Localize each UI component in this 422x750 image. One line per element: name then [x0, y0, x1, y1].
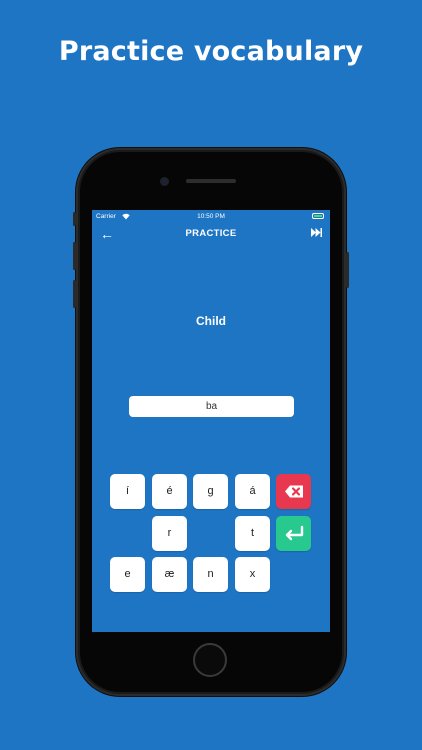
battery-icon [312, 213, 324, 219]
page-title: PRACTICE [185, 228, 237, 239]
home-button[interactable] [193, 643, 227, 677]
answer-input[interactable]: ba [129, 396, 294, 417]
letter-key[interactable]: t [235, 516, 270, 551]
letter-key[interactable]: í [110, 474, 145, 509]
app-screen: Carrier 10:50 PM ← PRACTICE Child ba í é… [92, 210, 330, 632]
skip-forward-icon[interactable] [311, 228, 322, 240]
volume-down-button [73, 280, 76, 308]
backspace-icon [285, 485, 303, 498]
front-camera [161, 178, 168, 185]
letter-key[interactable]: r [152, 516, 187, 551]
letter-key[interactable]: æ [152, 557, 187, 592]
prompt-word: Child [196, 314, 226, 328]
letter-key[interactable]: g [193, 474, 228, 509]
volume-up-button [73, 242, 76, 270]
enter-icon [285, 525, 304, 541]
letter-key[interactable]: n [193, 557, 228, 592]
submit-button[interactable] [276, 516, 311, 551]
letter-key[interactable]: á [235, 474, 270, 509]
letter-key[interactable]: x [235, 557, 270, 592]
status-time: 10:50 PM [197, 213, 225, 220]
mute-switch [73, 212, 76, 226]
earpiece-speaker [186, 179, 236, 183]
delete-button[interactable] [276, 474, 311, 509]
letter-key[interactable]: é [152, 474, 187, 509]
letter-key[interactable]: e [110, 557, 145, 592]
nav-bar: ← PRACTICE [92, 224, 330, 244]
status-bar: Carrier 10:50 PM [92, 212, 330, 222]
page-headline: Practice vocabulary [58, 36, 364, 67]
power-button [346, 252, 349, 288]
